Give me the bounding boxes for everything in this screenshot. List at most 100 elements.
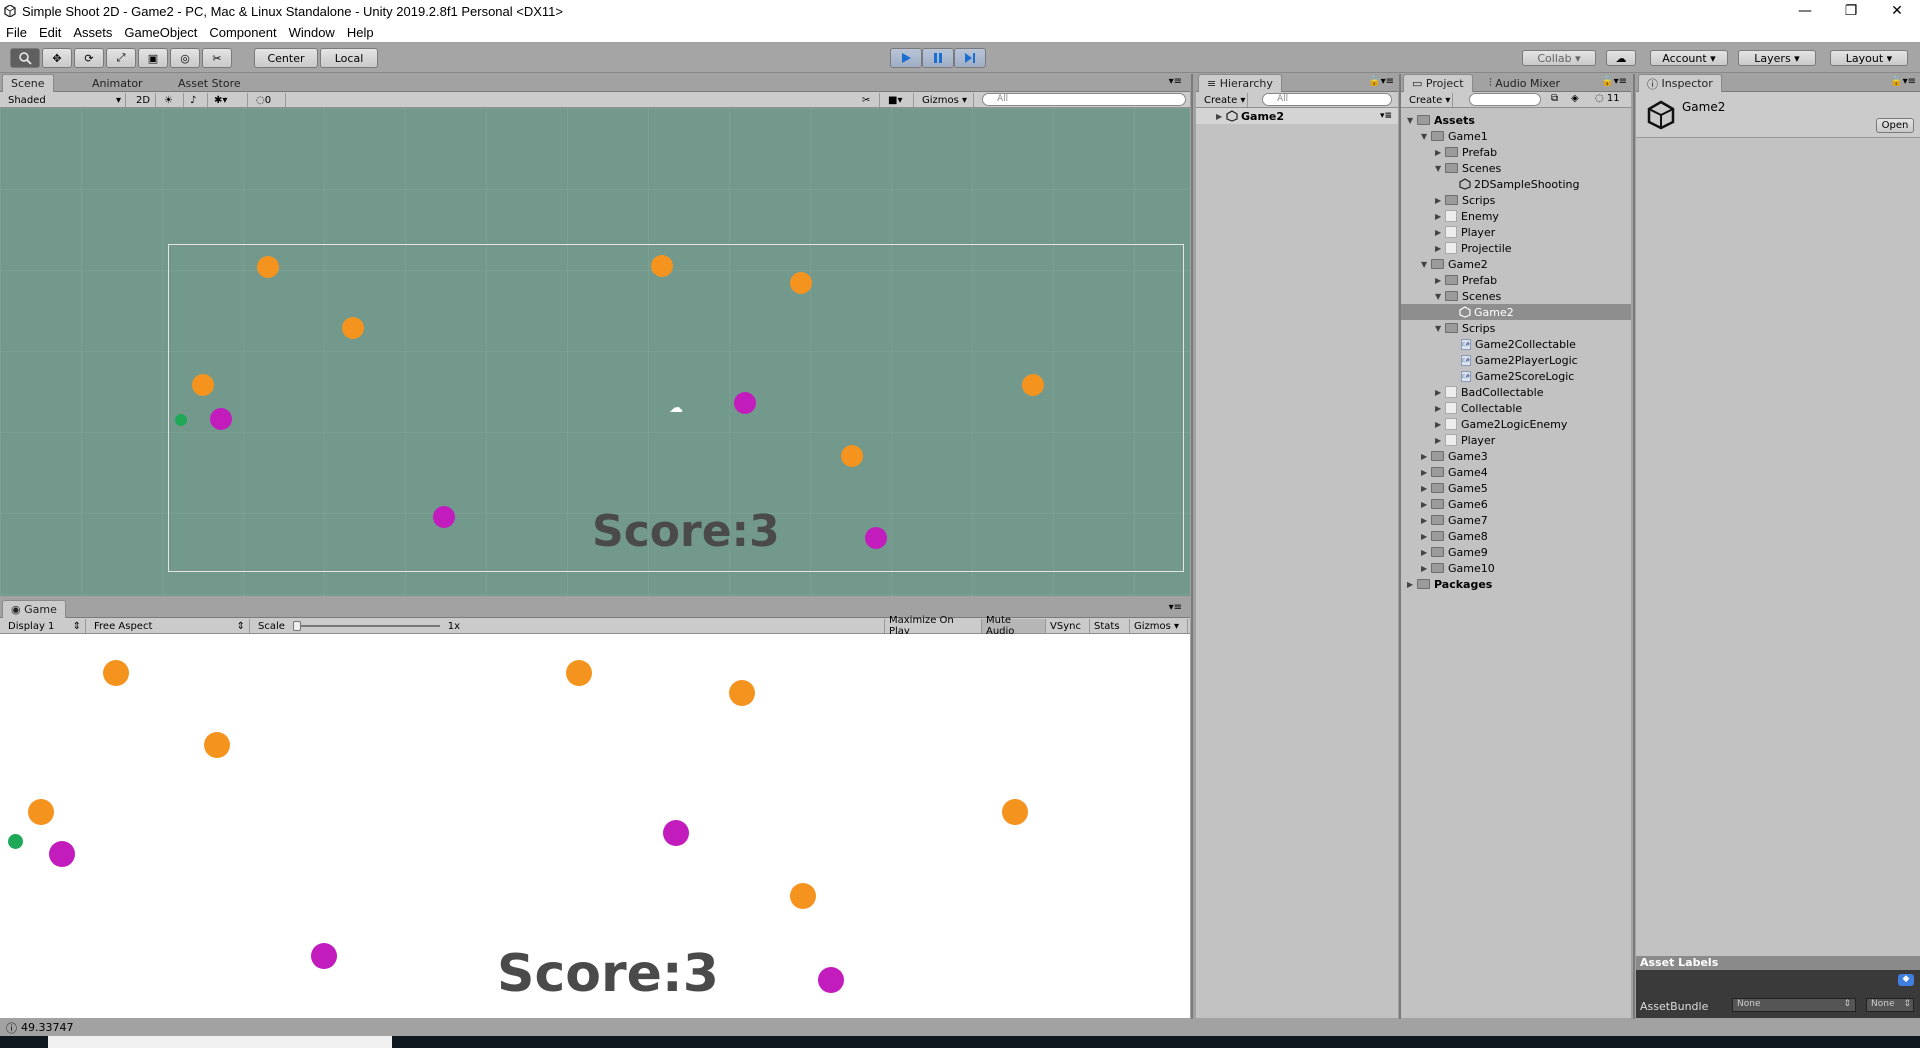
taskbar-window[interactable] — [48, 1036, 392, 1048]
layers-dropdown[interactable]: Layers ▾ — [1738, 50, 1816, 66]
mute-audio-toggle[interactable]: Mute Audio — [982, 615, 1046, 637]
tree-item[interactable]: ▶ Game6 — [1421, 496, 1488, 512]
pivot-toggle[interactable]: Center — [254, 48, 318, 68]
vsync-toggle[interactable]: VSync — [1046, 619, 1090, 633]
collapse-arrow-icon[interactable]: ▼ — [1407, 116, 1417, 125]
audio-toggle[interactable]: ♪ — [186, 93, 208, 107]
menu-edit[interactable]: Edit — [33, 25, 67, 40]
lighting-toggle[interactable]: ☀ — [160, 93, 184, 107]
hierarchy-search-input[interactable]: All — [1262, 93, 1392, 106]
panel-divider[interactable] — [1191, 74, 1193, 1019]
tree-item[interactable]: c# Game2PlayerLogic — [1461, 352, 1578, 368]
hand-tool-button[interactable] — [10, 48, 40, 68]
expand-arrow-icon[interactable]: ▶ — [1435, 276, 1445, 285]
tree-item[interactable]: ▶ Prefab — [1435, 272, 1497, 288]
tree-item[interactable]: ▶ Enemy — [1435, 208, 1499, 224]
expand-arrow-icon[interactable]: ▶ — [1435, 228, 1445, 237]
tree-item[interactable]: ▶ Game4 — [1421, 464, 1488, 480]
tree-item[interactable]: 2DSampleShooting — [1459, 176, 1579, 192]
tab-project[interactable]: ▭ Project — [1403, 74, 1473, 92]
scene-tools-button[interactable]: ✂ — [858, 93, 880, 107]
display-dropdown[interactable]: Display 1 ⇕ — [4, 619, 86, 633]
tree-item[interactable]: ▼ Scrips — [1435, 320, 1495, 336]
tree-item[interactable]: ▶ BadCollectable — [1435, 384, 1543, 400]
tab-hierarchy[interactable]: ≡ Hierarchy — [1198, 74, 1282, 92]
close-button[interactable]: ✕ — [1874, 0, 1920, 22]
tree-item[interactable]: ▶ Projectile — [1435, 240, 1512, 256]
tab-game[interactable]: ◉ Game — [2, 600, 66, 618]
tree-item[interactable]: c# Game2Collectable — [1461, 336, 1576, 352]
panel-divider[interactable] — [1633, 74, 1635, 1019]
expand-arrow-icon[interactable]: ▶ — [1435, 196, 1445, 205]
tab-animator[interactable]: Animator — [84, 74, 151, 92]
tree-item[interactable]: ▶ Scrips — [1435, 192, 1495, 208]
asset-bundle-variant-dropdown[interactable]: None ⇕ — [1866, 998, 1914, 1012]
lock-icon[interactable]: 🔒▾≡ — [1601, 76, 1627, 87]
account-dropdown[interactable]: Account ▾ — [1650, 50, 1728, 66]
tag-icon[interactable]: ◆ — [1898, 974, 1914, 986]
tree-item[interactable]: ▼ Game1 — [1421, 128, 1488, 144]
menu-help[interactable]: Help — [341, 25, 380, 40]
tree-item[interactable]: ▶ Packages — [1407, 576, 1492, 592]
minimize-button[interactable]: — — [1782, 0, 1828, 22]
expand-arrow-icon[interactable]: ▶ — [1407, 580, 1417, 589]
filter-type-icon[interactable]: ⧉ — [1551, 93, 1558, 104]
tree-item[interactable]: ▶ Collectable — [1435, 400, 1522, 416]
maximize-on-play-toggle[interactable]: Maximize On Play — [884, 615, 982, 637]
menu-file[interactable]: File — [0, 25, 33, 40]
scale-slider-track[interactable] — [292, 621, 440, 631]
collab-dropdown[interactable]: Collab ▾ — [1522, 50, 1596, 66]
camera-dropdown[interactable]: ■▾ — [884, 93, 914, 107]
panel-menu-icon[interactable]: ▾≡ — [1169, 602, 1182, 613]
menu-assets[interactable]: Assets — [67, 25, 118, 40]
project-create-dropdown[interactable]: Create ▾ — [1405, 93, 1453, 107]
play-button[interactable] — [890, 48, 922, 68]
tree-item-selected[interactable]: Game2 — [1401, 304, 1631, 320]
collapse-arrow-icon[interactable]: ▼ — [1421, 132, 1431, 141]
menu-component[interactable]: Component — [203, 25, 282, 40]
gizmos-dropdown[interactable]: Gizmos ▾ — [918, 93, 974, 107]
layout-dropdown[interactable]: Layout ▾ — [1830, 50, 1908, 66]
tree-item[interactable]: ▶ Prefab — [1435, 144, 1497, 160]
panel-menu-icon[interactable]: ▾≡ — [1169, 76, 1182, 87]
scale-slider-thumb[interactable] — [292, 621, 301, 631]
tree-item[interactable]: ▶ Game3 — [1421, 448, 1488, 464]
row-menu-icon[interactable]: ▾≡ — [1380, 111, 1392, 121]
tree-item[interactable]: ▶ Player — [1435, 432, 1495, 448]
scene-search-input[interactable]: All — [982, 93, 1186, 106]
expand-arrow-icon[interactable]: ▶ — [1435, 148, 1445, 157]
rotate-tool-button[interactable]: ⟳ — [74, 48, 104, 68]
stats-toggle[interactable]: Stats — [1090, 619, 1130, 633]
expand-arrow-icon[interactable]: ▶ — [1421, 564, 1431, 573]
step-button[interactable] — [954, 48, 986, 68]
label-filter-icon[interactable]: ◈ — [1571, 93, 1579, 104]
space-toggle[interactable]: Local — [320, 48, 378, 68]
tree-item[interactable]: ▶ Player — [1435, 224, 1495, 240]
collapse-arrow-icon[interactable]: ▼ — [1435, 164, 1445, 173]
tree-item[interactable]: ▼ Scenes — [1435, 288, 1501, 304]
expand-arrow-icon[interactable]: ▶ — [1421, 484, 1431, 493]
effects-dropdown[interactable]: ✱▾ — [210, 93, 248, 107]
scale-tool-button[interactable]: ⤢ — [106, 48, 136, 68]
game-gizmos-dropdown[interactable]: Gizmos ▾ — [1130, 619, 1188, 633]
hierarchy-scene-row[interactable]: ▶ Game2 ▾≡ — [1196, 108, 1398, 124]
hidden-packages-toggle[interactable]: ◌ 11 — [1595, 93, 1620, 104]
pause-button[interactable] — [922, 48, 954, 68]
shading-dropdown[interactable]: Shaded ▾ — [4, 93, 126, 107]
tab-asset-store[interactable]: Asset Store — [170, 74, 249, 92]
project-search-input[interactable] — [1469, 93, 1541, 106]
custom-tool-button[interactable]: ✂ — [202, 48, 232, 68]
tab-audio-mixer[interactable]: ⫶ Audio Mixer — [1481, 74, 1568, 92]
expand-arrow-icon[interactable]: ▶ — [1435, 244, 1445, 253]
tree-item[interactable]: ▶ Game8 — [1421, 528, 1488, 544]
aspect-dropdown[interactable]: Free Aspect ⇕ — [90, 619, 250, 633]
menu-window[interactable]: Window — [283, 25, 341, 40]
scale-slider[interactable]: Scale 1x — [254, 619, 464, 633]
move-tool-button[interactable]: ✥ — [42, 48, 72, 68]
2d-toggle[interactable]: 2D — [132, 93, 156, 107]
expand-arrow-icon[interactable]: ▶ — [1421, 500, 1431, 509]
expand-arrow-icon[interactable]: ▶ — [1421, 516, 1431, 525]
asset-bundle-dropdown[interactable]: None ⇕ — [1732, 998, 1856, 1012]
hierarchy-create-dropdown[interactable]: Create ▾ — [1200, 93, 1248, 107]
tree-item[interactable]: ▶ Game5 — [1421, 480, 1488, 496]
